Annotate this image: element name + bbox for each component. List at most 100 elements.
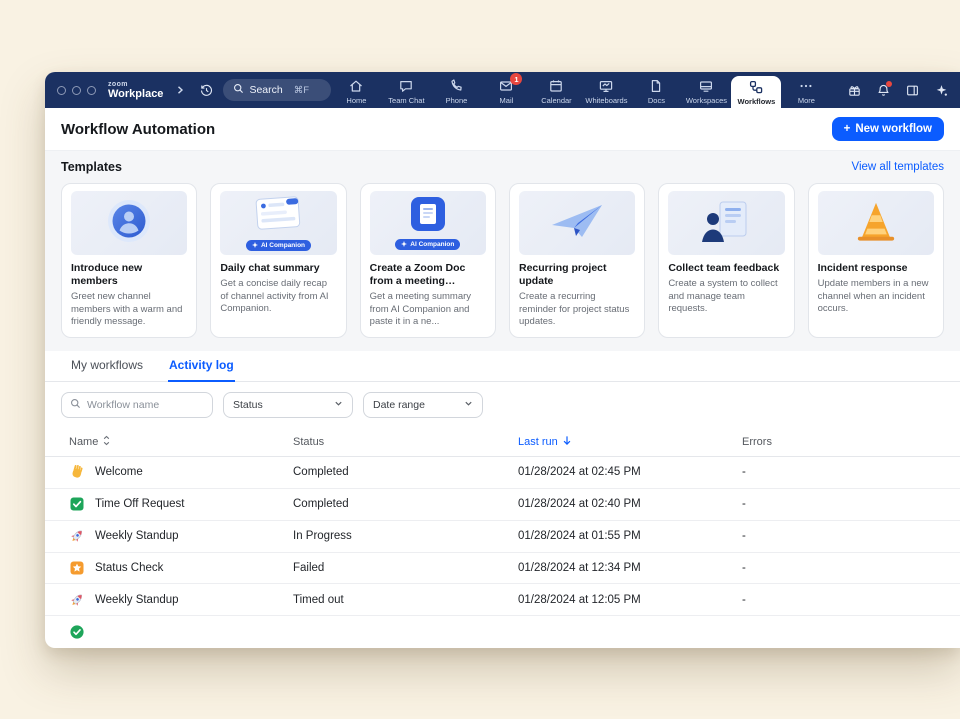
card-description: Create a recurring reminder for project … bbox=[519, 291, 635, 329]
traffic-lights bbox=[57, 86, 96, 95]
nav-workflows[interactable]: Workflows bbox=[731, 76, 781, 108]
template-card-introduce-new-members[interactable]: Introduce new members Greet new channel … bbox=[61, 183, 197, 338]
nav-mail[interactable]: Mail 1 bbox=[481, 72, 531, 108]
desktop: { "colors":{"accent":"#0b5cff","titlebar… bbox=[0, 0, 960, 719]
last-run-cell: 01/28/2024 at 01:55 PM bbox=[518, 530, 742, 542]
new-workflow-label: New workflow bbox=[855, 123, 932, 135]
table-row[interactable]: Welcome Completed 01/28/2024 at 02:45 PM… bbox=[45, 457, 960, 489]
more-icon bbox=[798, 78, 814, 94]
column-label: Status bbox=[293, 436, 324, 448]
panel-layout-icon[interactable] bbox=[903, 81, 921, 99]
chevron-right-icon[interactable] bbox=[171, 81, 189, 99]
date-range-select-label: Date range bbox=[373, 399, 425, 411]
status-cell: Completed bbox=[293, 466, 518, 478]
table-row-partial[interactable] bbox=[45, 616, 960, 648]
card-description: Get a concise daily recap of channel act… bbox=[220, 278, 336, 316]
table-row[interactable]: Status Check Failed 01/28/2024 at 12:34 … bbox=[45, 553, 960, 585]
search-pill[interactable]: Search ⌘F bbox=[223, 79, 331, 101]
page-title: Workflow Automation bbox=[61, 121, 215, 138]
view-all-templates-link[interactable]: View all templates bbox=[852, 161, 944, 173]
feedback-icon bbox=[700, 200, 752, 247]
app-logo: zoom Workplace bbox=[108, 81, 163, 100]
column-header-last-run[interactable]: Last run bbox=[518, 435, 742, 449]
history-icon[interactable] bbox=[197, 81, 215, 99]
paper-plane-icon bbox=[548, 201, 606, 246]
errors-cell: - bbox=[742, 466, 936, 478]
card-image: AI Companion bbox=[220, 191, 336, 255]
wave-icon bbox=[69, 464, 85, 480]
card-title: Recurring project update bbox=[519, 262, 635, 288]
home-icon bbox=[348, 78, 364, 94]
nav-docs[interactable]: Docs bbox=[631, 72, 681, 108]
template-card-recurring-project-update[interactable]: Recurring project update Create a recurr… bbox=[509, 183, 645, 338]
ai-companion-badge-label: AI Companion bbox=[410, 241, 454, 248]
workflows-icon bbox=[748, 79, 764, 95]
page-header: Workflow Automation + New workflow bbox=[45, 108, 960, 150]
bell-icon[interactable] bbox=[874, 81, 892, 99]
new-workflow-button[interactable]: + New workflow bbox=[832, 117, 944, 141]
name-cell: Weekly Standup bbox=[69, 592, 293, 608]
status-select[interactable]: Status bbox=[223, 392, 353, 418]
zoom-doc-icon bbox=[408, 197, 448, 236]
template-card-zoom-doc-from-meeting-summary[interactable]: AI Companion Create a Zoom Doc from a me… bbox=[360, 183, 496, 338]
nav-workspaces[interactable]: Workspaces bbox=[681, 72, 731, 108]
nav-phone[interactable]: Phone bbox=[431, 72, 481, 108]
workflow-name: Time Off Request bbox=[95, 498, 184, 510]
ai-companion-icon[interactable] bbox=[932, 81, 950, 99]
last-run-cell: 01/28/2024 at 02:45 PM bbox=[518, 466, 742, 478]
titlebar: zoom Workplace Search ⌘F bbox=[45, 72, 960, 108]
tab-my-workflows[interactable]: My workflows bbox=[70, 351, 144, 382]
nav-calendar[interactable]: Calendar bbox=[531, 72, 581, 108]
workspaces-icon bbox=[698, 78, 714, 94]
workflow-tabs: My workflows Activity log bbox=[45, 351, 960, 382]
card-image bbox=[818, 191, 934, 255]
gift-icon[interactable] bbox=[845, 81, 863, 99]
search-shortcut: ⌘F bbox=[294, 85, 309, 96]
last-run-cell: 01/28/2024 at 12:34 PM bbox=[518, 562, 742, 574]
person-circle-icon bbox=[107, 199, 151, 248]
calendar-icon bbox=[548, 78, 564, 94]
table-row[interactable]: Weekly Standup Timed out 01/28/2024 at 1… bbox=[45, 584, 960, 616]
column-header-name[interactable]: Name bbox=[69, 435, 293, 449]
logo-zoom: zoom bbox=[108, 81, 163, 88]
last-run-cell: 01/28/2024 at 12:05 PM bbox=[518, 594, 742, 606]
card-title: Daily chat summary bbox=[220, 262, 336, 275]
nav-label: Phone bbox=[446, 96, 468, 105]
chat-window-icon bbox=[249, 196, 307, 237]
column-label: Errors bbox=[742, 436, 772, 448]
errors-cell: - bbox=[742, 594, 936, 606]
nav-team-chat[interactable]: Team Chat bbox=[381, 72, 431, 108]
nav-more[interactable]: More bbox=[781, 72, 831, 108]
table-row[interactable]: Time Off Request Completed 01/28/2024 at… bbox=[45, 489, 960, 521]
card-description: Get a meeting summary from AI Companion … bbox=[370, 291, 486, 329]
nav-home[interactable]: Home bbox=[331, 72, 381, 108]
status-cell: Failed bbox=[293, 562, 518, 574]
card-image: AI Companion bbox=[370, 191, 486, 255]
card-image bbox=[519, 191, 635, 255]
mail-badge: 1 bbox=[510, 73, 522, 85]
name-cell: Status Check bbox=[69, 560, 293, 576]
close-window-button[interactable] bbox=[57, 86, 66, 95]
minimize-window-button[interactable] bbox=[72, 86, 81, 95]
template-card-collect-team-feedback[interactable]: Collect team feedback Create a system to… bbox=[658, 183, 794, 338]
template-card-incident-response[interactable]: Incident response Update members in a ne… bbox=[808, 183, 944, 338]
table-row[interactable]: Weekly Standup In Progress 01/28/2024 at… bbox=[45, 521, 960, 553]
notification-dot bbox=[886, 81, 892, 87]
workflow-name: Welcome bbox=[95, 466, 143, 478]
nav-label: More bbox=[798, 96, 815, 105]
nav-whiteboards[interactable]: Whiteboards bbox=[581, 72, 631, 108]
template-card-daily-chat-summary[interactable]: AI Companion Daily chat summary Get a co… bbox=[210, 183, 346, 338]
workflow-name-input[interactable] bbox=[87, 399, 204, 411]
errors-cell: - bbox=[742, 530, 936, 542]
name-cell: Welcome bbox=[69, 464, 293, 480]
sparkle-icon bbox=[252, 242, 258, 248]
name-cell: Weekly Standup bbox=[69, 528, 293, 544]
zoom-window-button[interactable] bbox=[87, 86, 96, 95]
nav-label: Docs bbox=[648, 96, 665, 105]
date-range-select[interactable]: Date range bbox=[363, 392, 483, 418]
nav-label: Calendar bbox=[541, 96, 571, 105]
search-icon bbox=[70, 396, 81, 414]
search-label: Search bbox=[249, 84, 282, 96]
app-window: zoom Workplace Search ⌘F bbox=[45, 72, 960, 648]
tab-activity-log[interactable]: Activity log bbox=[168, 351, 235, 382]
